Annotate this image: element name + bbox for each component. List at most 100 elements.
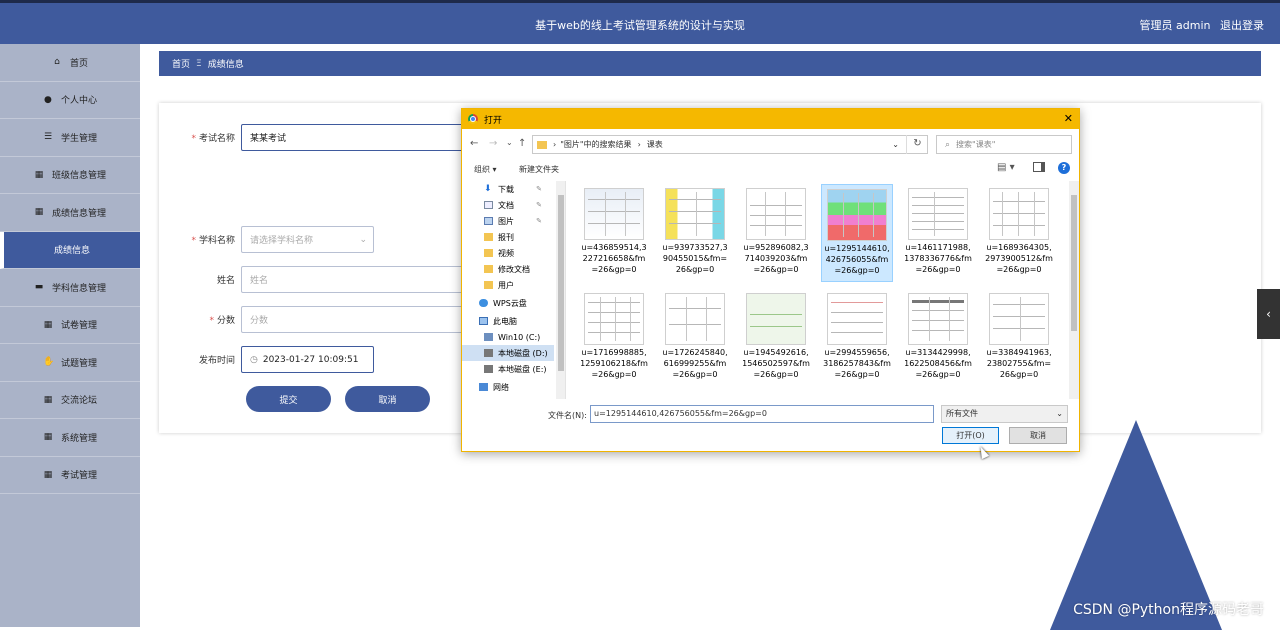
cancel-button[interactable]: 取消 — [345, 386, 430, 412]
sidebar-item-system[interactable]: ▦系统管理 — [0, 419, 140, 457]
file-grid: u=436859514,3227216658&fm=26&gp=0 u=9397… — [570, 181, 1070, 399]
file-item[interactable]: u=436859514,3227216658&fm=26&gp=0 — [578, 184, 650, 282]
publish-time-row: 发布时间 ◷2023-01-27 10:09:51 — [159, 346, 374, 373]
sidebar-item-papers[interactable]: ▦试卷管理 — [0, 307, 140, 345]
file-item[interactable]: u=1716998885,1259106218&fm=26&gp=0 — [578, 289, 650, 387]
chevron-left-icon[interactable]: ‹ — [1257, 289, 1280, 339]
name-label: 姓名 — [159, 273, 241, 286]
sidebar-item-scores[interactable]: 成绩信息 — [0, 232, 140, 270]
image-thumbnail — [908, 188, 968, 240]
pin-icon: ✎ — [536, 201, 542, 209]
path-segment[interactable]: 课表 — [647, 139, 663, 150]
sidebar-item-subjects[interactable]: ▬学科信息管理 — [0, 269, 140, 307]
logout-link[interactable]: 退出登录 — [1220, 19, 1264, 32]
sidebar-item-profile[interactable]: ●个人中心 — [0, 82, 140, 120]
sidebar-item-forum[interactable]: ▦ 交流论坛 — [0, 382, 140, 420]
back-arrow-icon[interactable]: ← — [470, 138, 478, 149]
name-row: 姓名 姓名 — [159, 266, 463, 293]
submit-button[interactable]: 提交 — [246, 386, 331, 412]
file-item[interactable]: u=2994559656,3186257843&fm=26&gp=0 — [821, 289, 893, 387]
grid-icon: ▦ — [43, 395, 53, 405]
nav-item-folder[interactable]: 用户 — [462, 277, 554, 293]
file-scrollbar[interactable] — [1069, 181, 1079, 399]
file-item-selected[interactable]: u=1295144610,426756055&fm=26&gp=0 — [821, 184, 893, 282]
pin-icon: ✎ — [536, 185, 542, 193]
subject-label: *学科名称 — [159, 233, 241, 246]
nav-item-folder[interactable]: 修改文档 — [462, 261, 554, 277]
new-folder-button[interactable]: 新建文件夹 — [519, 164, 559, 175]
file-item[interactable]: u=1945492616,1546502597&fm=26&gp=0 — [740, 289, 812, 387]
preview-pane-icon[interactable] — [1033, 162, 1045, 172]
breadcrumb-home[interactable]: 首页 — [172, 57, 190, 70]
image-thumbnail — [665, 293, 725, 345]
folder-icon — [537, 141, 547, 149]
filename-label: 文件名(N): — [548, 410, 587, 421]
help-icon[interactable]: ? — [1058, 162, 1070, 174]
nav-item-this-pc[interactable]: 此电脑 — [462, 313, 554, 329]
file-item[interactable]: u=3384941963,23802755&fm=26&gp=0 — [983, 289, 1055, 387]
nav-item-drive-e[interactable]: 本地磁盘 (E:) — [462, 361, 554, 377]
chevron-down-icon[interactable]: ⌄ — [506, 138, 513, 147]
chrome-icon — [468, 114, 478, 124]
path-segment[interactable]: "图片"中的搜索结果 — [560, 139, 631, 150]
nav-item-network[interactable]: 网络 — [462, 379, 554, 395]
pin-icon: ✎ — [536, 217, 542, 225]
sidebar-item-score-manage[interactable]: ▦成绩信息管理 — [0, 194, 140, 232]
folder-icon — [484, 233, 493, 241]
close-icon[interactable]: ✕ — [1064, 112, 1073, 125]
sidebar-item-classes[interactable]: ▦班级信息管理 — [0, 157, 140, 195]
open-button[interactable]: 打开(O) — [942, 427, 999, 444]
filename-input[interactable]: u=1295144610,426756055&fm=26&gp=0 — [590, 405, 934, 423]
sidebar-item-home[interactable]: ⌂首页 — [0, 44, 140, 82]
nav-item-drive-d[interactable]: 本地磁盘 (D:) — [462, 345, 554, 361]
user-label[interactable]: 管理员 admin — [1140, 19, 1211, 32]
nav-item-documents[interactable]: 文档✎ — [462, 197, 554, 213]
image-thumbnail — [746, 188, 806, 240]
exam-name-field[interactable]: 某某考试 — [241, 124, 463, 151]
chevron-down-icon[interactable]: ⌄ — [892, 140, 899, 149]
file-item[interactable]: u=1461171988,1378336776&fm=26&gp=0 — [902, 184, 974, 282]
image-thumbnail — [665, 188, 725, 240]
view-options-icon[interactable]: ▤ ▾ — [997, 162, 1015, 173]
drive-icon — [484, 365, 493, 373]
sidebar-item-label: 试题管理 — [61, 356, 97, 369]
file-item[interactable]: u=1726245840,616999255&fm=26&gp=0 — [659, 289, 731, 387]
nav-item-folder[interactable]: 视频 — [462, 245, 554, 261]
chevron-down-icon: ⌄ — [359, 235, 367, 245]
sidebar-item-exams[interactable]: ▦考试管理 — [0, 457, 140, 495]
subject-select[interactable]: 请选择学科名称⌄ — [241, 226, 374, 253]
file-item[interactable]: u=3134429998,1622508456&fm=26&gp=0 — [902, 289, 974, 387]
refresh-icon[interactable]: ↻ — [906, 135, 928, 154]
filetype-select[interactable]: 所有文件⌄ — [941, 405, 1068, 423]
grid-icon: ▦ — [34, 170, 44, 180]
name-field[interactable]: 姓名 — [241, 266, 463, 293]
file-item[interactable]: u=939733527,390455015&fm=26&gp=0 — [659, 184, 731, 282]
grid-icon: ▦ — [43, 320, 53, 330]
score-row: *分数 分数 — [159, 306, 463, 333]
score-field[interactable]: 分数 — [241, 306, 463, 333]
dialog-cancel-button[interactable]: 取消 — [1009, 427, 1067, 444]
sidebar-item-label: 学科信息管理 — [52, 281, 106, 294]
nav-item-downloads[interactable]: ⬇下载✎ — [462, 181, 554, 197]
nav-item-pictures[interactable]: 图片✎ — [462, 213, 554, 229]
address-bar[interactable]: › "图片"中的搜索结果 › 课表 ⌄ — [532, 135, 928, 154]
nav-scrollbar[interactable] — [556, 181, 566, 399]
file-item[interactable]: u=952896082,3714039203&fm=26&gp=0 — [740, 184, 812, 282]
breadcrumb-current: 成绩信息 — [208, 57, 244, 70]
sidebar: ⌂首页 ●个人中心 ☰学生管理 ▦班级信息管理 ▦成绩信息管理 成绩信息 ▬学科… — [0, 44, 140, 627]
dialog-nav-row: ← → ⌄ ↑ › "图片"中的搜索结果 › 课表 ⌄ ↻ ⌕ 搜索"课表" — [462, 133, 1079, 155]
nav-item-drive-c[interactable]: Win10 (C:) — [462, 329, 554, 345]
sidebar-item-label: 交流论坛 — [61, 393, 97, 406]
nav-item-wps-cloud[interactable]: WPS云盘 — [462, 295, 554, 311]
up-arrow-icon[interactable]: ↑ — [518, 138, 526, 149]
publish-time-field[interactable]: ◷2023-01-27 10:09:51 — [241, 346, 374, 373]
computer-icon — [479, 317, 488, 325]
search-input[interactable]: ⌕ 搜索"课表" — [936, 135, 1072, 154]
nav-item-folder[interactable]: 报刊 — [462, 229, 554, 245]
organize-button[interactable]: 组织 ▾ — [474, 164, 497, 175]
file-item[interactable]: u=1689364305,2973900512&fm=26&gp=0 — [983, 184, 1055, 282]
image-thumbnail — [584, 188, 644, 240]
sidebar-item-questions[interactable]: ✋试题管理 — [0, 344, 140, 382]
sidebar-item-students[interactable]: ☰学生管理 — [0, 119, 140, 157]
forward-arrow-icon[interactable]: → — [489, 138, 497, 149]
